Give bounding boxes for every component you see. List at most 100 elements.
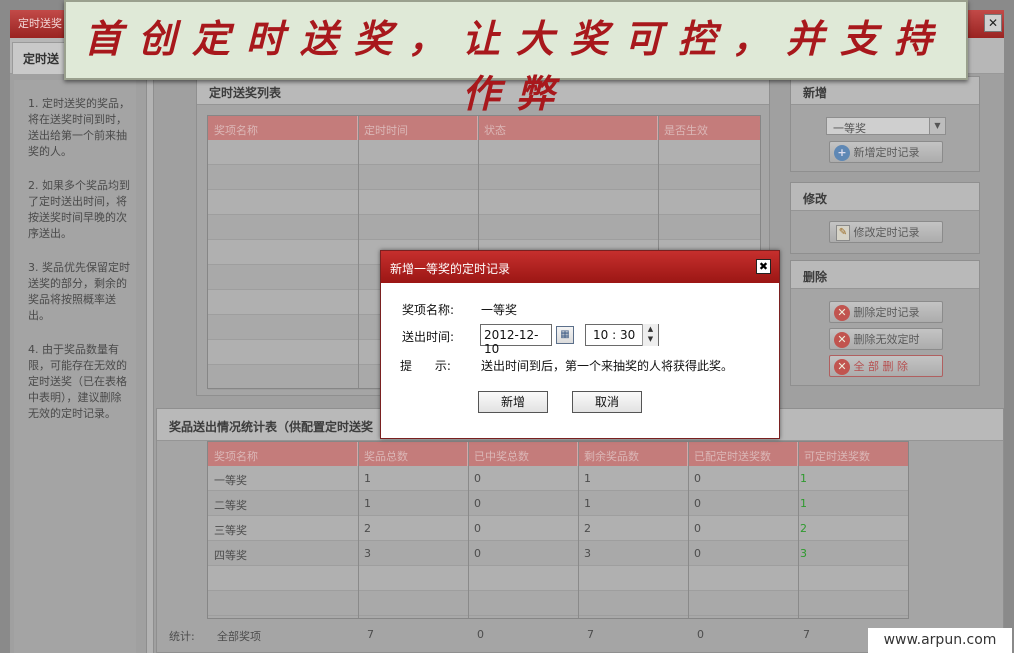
delete-icon: ✕ — [834, 359, 850, 375]
hint-text: 送出时间到后，第一个来抽奖的人将获得此奖。 — [481, 359, 734, 373]
chevron-down-icon[interactable]: ▼ — [643, 334, 658, 344]
column-divider — [688, 442, 689, 618]
cancel-button[interactable]: 取消 — [572, 391, 642, 413]
stats-total-value: 0 — [697, 628, 704, 641]
calendar-icon[interactable]: ▦ — [556, 326, 574, 344]
delete-all-button[interactable]: ✕ 全 部 删 除 — [829, 355, 943, 377]
table-row[interactable]: 一等奖 1 0 1 0 1 — [208, 466, 908, 491]
edit-schedule-label: 修改定时记录 — [853, 226, 920, 239]
stats-col-total[interactable]: 奖品总数 — [358, 442, 468, 466]
stats-cell: 0 — [694, 547, 701, 560]
table-row[interactable]: 四等奖 3 0 3 0 3 — [208, 541, 908, 566]
stats-total-value: 7 — [803, 628, 810, 641]
date-input[interactable]: 2012-12-10 — [480, 324, 552, 356]
delete-icon: ✕ — [834, 332, 850, 348]
stats-cell: 0 — [474, 522, 481, 535]
table-row[interactable]: 二等奖 1 0 1 0 1 — [208, 491, 908, 516]
column-divider — [578, 442, 579, 618]
window-close-button[interactable]: ✕ — [984, 14, 1002, 32]
prize-label: 奖项名称: — [402, 303, 455, 317]
stats-cell: 一等奖 — [214, 474, 247, 487]
note-2: 2. 如果多个奖品均到了定时送出时间，将按送奖时间早晚的次序送出。 — [28, 179, 130, 240]
stats-total-name: 全部奖项 — [217, 630, 261, 643]
watermark: www.arpun.com — [868, 628, 1012, 653]
stats-col-won[interactable]: 已中奖总数 — [468, 442, 578, 466]
stats-total-value: 7 — [587, 628, 594, 641]
delete-schedule-button[interactable]: ✕ 删除定时记录 — [829, 301, 943, 323]
splitter-handle[interactable] — [146, 80, 154, 653]
dialog-titlebar: 新增一等奖的定时记录 — [381, 251, 779, 283]
dialog-body: 奖项名称: 一等奖 送出时间: 2012-12-10 ▦ 10 : 30 ▲ ▼… — [381, 283, 779, 438]
note-4: 4. 由于奖品数量有限，可能存在无效的定时送奖（已在表格中表明），建议删除无效的… — [28, 343, 127, 420]
stats-col-name[interactable]: 奖项名称 — [208, 442, 358, 466]
stats-panel: 奖品送出情况统计表（供配置定时送奖 奖项名称 奖品总数 已中奖总数 剩余奖品数 … — [156, 408, 1004, 653]
banner-text: 首创定时送奖，让大奖可控，并支持作弊 — [83, 16, 948, 116]
time-stepper[interactable]: ▲ ▼ — [642, 324, 658, 346]
stats-cell: 1 — [800, 472, 807, 485]
chevron-up-icon[interactable]: ▲ — [643, 324, 658, 334]
table-row[interactable] — [208, 190, 760, 215]
table-row[interactable] — [208, 140, 760, 165]
stats-col-remaining[interactable]: 剩余奖品数 — [578, 442, 688, 466]
stats-cell: 3 — [800, 547, 807, 560]
stats-total-value: 0 — [477, 628, 484, 641]
delete-panel: 删除 ✕ 删除定时记录 ✕ 删除无效定时 ✕ 全 部 删 除 — [790, 260, 980, 386]
stats-cell: 二等奖 — [214, 499, 247, 512]
window-title: 定时送奖 — [18, 17, 62, 30]
table-row[interactable] — [208, 591, 908, 616]
column-divider — [358, 442, 359, 618]
stats-cell: 3 — [584, 547, 591, 560]
table-row[interactable] — [208, 566, 908, 591]
schedule-col-active[interactable]: 是否生效 — [658, 116, 760, 140]
note-3: 3. 奖品优先保留定时送奖的部分，剩余的奖品将按照概率送出。 — [28, 261, 130, 322]
confirm-add-button[interactable]: 新增 — [478, 391, 548, 413]
stats-col-scheduled[interactable]: 已配定时送奖数 — [688, 442, 798, 466]
dialog-close-button[interactable]: ✖ — [756, 259, 771, 274]
table-row[interactable] — [208, 215, 760, 240]
delete-invalid-button[interactable]: ✕ 删除无效定时 — [829, 328, 943, 350]
column-divider — [468, 442, 469, 618]
stats-cell: 0 — [474, 547, 481, 560]
stats-col-available[interactable]: 可定时送奖数 — [798, 442, 908, 466]
stats-cell: 1 — [584, 472, 591, 485]
stats-total-label: 统计: — [169, 630, 195, 643]
edit-panel-title: 修改 — [791, 183, 979, 211]
stats-total-value: 7 — [367, 628, 374, 641]
column-divider — [798, 442, 799, 618]
edit-panel: 修改 ✎ 修改定时记录 — [790, 182, 980, 254]
tab-schedule[interactable]: 定时送 — [12, 42, 72, 74]
prize-select[interactable]: 一等奖 ▼ — [826, 117, 946, 135]
add-schedule-label: 新增定时记录 — [853, 146, 920, 159]
delete-schedule-label: 删除定时记录 — [853, 306, 920, 319]
stats-cell: 0 — [694, 497, 701, 510]
add-schedule-button[interactable]: + 新增定时记录 — [829, 141, 943, 163]
schedule-col-status[interactable]: 状态 — [478, 116, 658, 140]
delete-icon: ✕ — [834, 305, 850, 321]
table-row[interactable] — [208, 165, 760, 190]
stats-cell: 2 — [584, 522, 591, 535]
stats-cell: 0 — [694, 472, 701, 485]
hint-label: 提 示: — [400, 359, 451, 373]
stats-cell: 2 — [800, 522, 807, 535]
prize-value: 一等奖 — [481, 303, 518, 317]
time-label: 送出时间: — [402, 330, 455, 344]
column-divider — [358, 116, 359, 388]
stats-cell: 0 — [694, 522, 701, 535]
stats-cell: 1 — [364, 497, 371, 510]
dialog-title: 新增一等奖的定时记录 — [390, 262, 511, 276]
stats-grid: 奖项名称 奖品总数 已中奖总数 剩余奖品数 已配定时送奖数 可定时送奖数 一等奖… — [207, 441, 909, 619]
edit-schedule-button[interactable]: ✎ 修改定时记录 — [829, 221, 943, 243]
add-schedule-dialog: 新增一等奖的定时记录 ✖ 奖项名称: 一等奖 送出时间: 2012-12-10 … — [380, 250, 780, 439]
delete-panel-title: 删除 — [791, 261, 979, 289]
delete-invalid-label: 删除无效定时 — [853, 333, 920, 346]
chevron-down-icon[interactable]: ▼ — [929, 118, 945, 134]
stats-cell: 0 — [474, 497, 481, 510]
promo-banner: 首创定时送奖，让大奖可控，并支持作弊 — [64, 0, 968, 116]
schedule-col-time[interactable]: 定时时间 — [358, 116, 478, 140]
schedule-col-name[interactable]: 奖项名称 — [208, 116, 358, 140]
table-row[interactable]: 三等奖 2 0 2 0 2 — [208, 516, 908, 541]
stats-cell: 3 — [364, 547, 371, 560]
prize-select-value: 一等奖 — [833, 122, 866, 135]
delete-all-label: 全 部 删 除 — [853, 360, 909, 373]
stats-cell: 1 — [364, 472, 371, 485]
